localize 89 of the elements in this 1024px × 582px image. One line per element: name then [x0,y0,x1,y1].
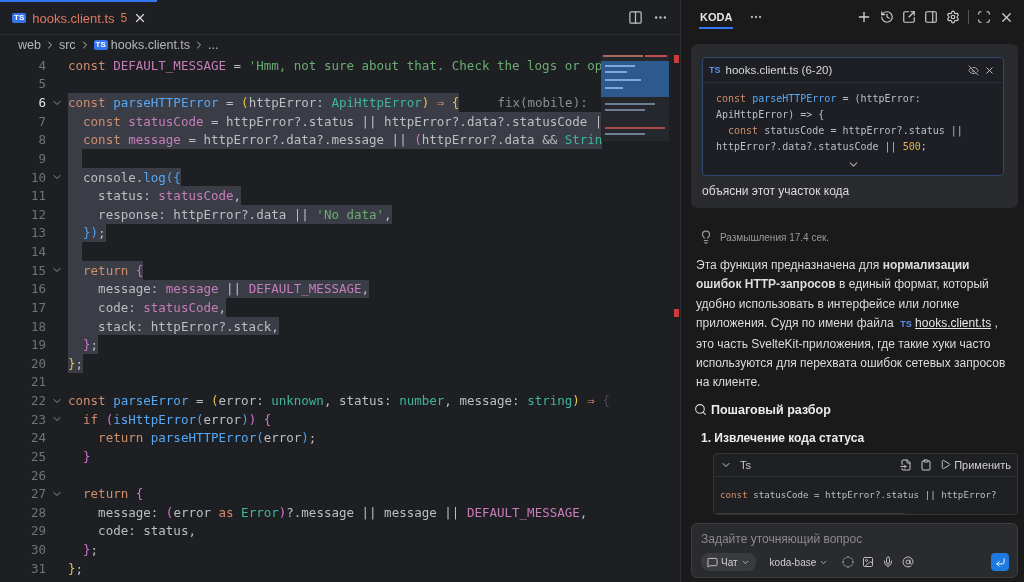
mention-icon[interactable] [902,556,915,568]
question-input[interactable]: Задайте уточняющий вопрос [701,532,1009,546]
code-line: code: status, [97,522,196,541]
code-line: ApiHttpError) => { [716,108,826,121]
code-line: const DEFAULT_MESSAGE = 'Hmm, not sure about that. Check the logs or op [68,56,603,75]
line-number: 8 [37,132,46,148]
line-number: 20 [29,355,46,371]
line-number: 16 [29,281,46,297]
line-number: 7 [37,113,46,129]
settings-icon[interactable] [946,10,960,24]
problem-marker[interactable] [674,309,679,317]
line-number: 17 [29,299,46,315]
line-number: 30 [29,542,46,558]
code-line: message: (error as Error)?.message || message || DEFAULT_MESSAGE, [97,503,588,522]
line-number: 19 [29,337,46,353]
file-link[interactable]: hooks.client.ts [915,316,992,331]
breadcrumb-item[interactable]: ... [208,38,219,52]
line-number: 5 [37,76,46,92]
typescript-badge: TS [93,39,108,51]
code-line: const statusCode = httpError?.status || [727,124,964,137]
language-label: Ts [740,458,752,471]
send-button[interactable] [991,553,1009,571]
context-title: hooks.client.ts (6-20) [725,64,834,76]
line-number: 18 [29,318,46,334]
eye-off-icon[interactable] [968,64,979,76]
apply-button[interactable]: Применить [940,458,1011,471]
line-number: 13 [29,225,46,241]
line-number: 21 [29,374,46,390]
code-line: if (isHttpError(error)) { [82,410,272,429]
line-number: 12 [29,206,46,222]
mode-dropdown[interactable]: Чат [701,553,756,571]
user-message: объясни этот участок кода [702,184,851,198]
clipboard-icon[interactable] [920,458,933,471]
line-number: 26 [29,467,46,483]
line-number: 6 [37,95,46,111]
code-line: }; [82,541,99,559]
code-line: return { [82,485,144,503]
fullscreen-icon[interactable] [977,10,991,24]
breadcrumb-item[interactable]: web [18,38,41,52]
play-icon [940,459,952,471]
code-line: }; [68,559,84,578]
line-number: 31 [29,560,46,576]
code-line: const statusCode = httpError?.status || httpError? [720,488,998,501]
history-icon[interactable] [880,10,894,24]
insert-icon[interactable] [900,458,913,471]
code-line: return parseHTTPError(error); [97,429,317,448]
line-number: 22 [29,393,46,409]
model-dropdown[interactable]: koda-base [763,553,835,571]
file-type-label: TS [709,65,721,75]
line-number: 14 [29,244,46,260]
blame-annotation: fix(mobile): [497,95,588,111]
code-line: const parseError = (error: unknown, status: number, message: string) ⇒ { [68,392,610,410]
image-icon[interactable] [862,556,875,568]
code-line: } [82,447,91,466]
step-title: 1. Извлечение кода статуса [701,430,866,445]
split-editor-icon[interactable] [628,9,643,25]
thinking-time: Размышления 17.4 сек. [720,231,830,243]
external-link-icon[interactable] [902,10,916,24]
answer-paragraph: Эта функция предназначена для нормализации ошибок HTTP-запросов в единый формат, который удобно использовать в интерфейсе или логике приложения. Судя по имени файла TS hooks.client.ts , это часть SvelteKit-приложения, где такие хуки часто используются для перехвата ошибок сетевых запросов на клиенте. [696,257,1007,392]
line-number: 29 [29,523,46,539]
microphone-icon[interactable] [882,556,895,568]
line-number: 9 [37,150,46,166]
typescript-badge: TS [12,12,27,24]
search-icon [694,403,707,417]
line-number: 25 [29,448,46,464]
file-type-label: TS [900,319,912,330]
panel-icon[interactable] [924,10,938,24]
breadcrumb-item[interactable]: hooks.client.ts [110,38,191,52]
line-number: 4 [37,57,46,73]
panel-tab[interactable]: KODA [699,5,734,29]
plus-icon[interactable] [856,9,872,25]
section-heading: Пошаговый разбор [711,402,831,417]
close-icon[interactable] [984,64,995,76]
lightbulb-icon [699,230,713,244]
line-number: 15 [29,262,46,278]
line-number: 11 [29,188,46,204]
line-number: 27 [29,486,46,502]
line-number: 24 [29,430,46,446]
breadcrumb-item[interactable]: src [58,38,76,52]
line-number: 28 [29,504,46,520]
enter-icon [994,556,1006,568]
problem-count: 5 [120,11,128,25]
chat-icon [707,556,718,568]
tab-label: hooks.client.ts [32,10,115,26]
line-number: 10 [29,169,46,185]
line-number: 23 [29,411,46,427]
code-line: const parseHTTPError = (httpError: [716,92,922,105]
code-line: httpError?.data?.statusCode || 500; [716,140,928,153]
loading-icon [842,556,855,568]
